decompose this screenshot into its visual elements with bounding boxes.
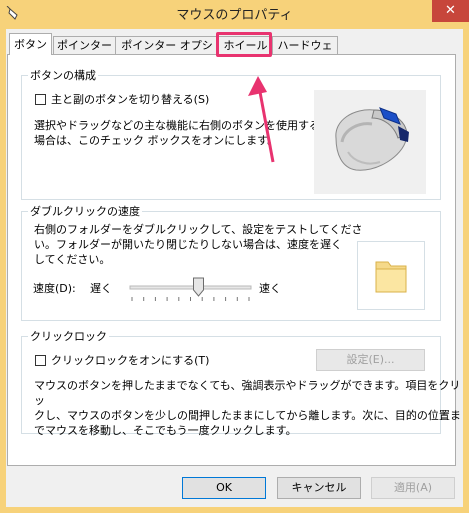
click-lock-checkbox[interactable] (35, 355, 46, 366)
speed-slider[interactable] (128, 276, 253, 304)
double-click-title: ダブルクリックの速度 (28, 205, 142, 218)
cancel-button[interactable]: キャンセル (277, 477, 361, 499)
description-line: でマウスを移動し、そこでもう一度クリックします。 (34, 424, 297, 437)
double-click-description: 右側のフォルダーをダブルクリックして、設定をテストしてくださ い。フォルダーが開… (34, 222, 362, 267)
title-bar: マウスのプロパティ ✕ (0, 0, 469, 30)
speed-slider-track[interactable] (128, 276, 253, 304)
button-config-title: ボタンの構成 (28, 69, 98, 82)
wheel-tab-highlight (216, 32, 272, 57)
annotation-arrow-icon (248, 76, 275, 163)
click-lock-label[interactable]: クリックロックをオンにする(T) (51, 354, 209, 367)
click-lock-title: クリックロック (28, 330, 109, 343)
description-line: してください。 (34, 253, 111, 266)
description-line: 右側のフォルダーをダブルクリックして、設定をテストしてくださ (34, 223, 363, 236)
tab-hardware[interactable]: ハードウェア (272, 36, 338, 70)
tab-pointer-options[interactable]: ポインター オプション (115, 36, 219, 70)
apply-button[interactable]: 適用(A) (371, 477, 455, 499)
speed-label: 速度(D): (33, 282, 76, 295)
slow-label: 遅く (90, 282, 112, 295)
switch-buttons-checkbox[interactable] (35, 94, 46, 105)
switch-buttons-label[interactable]: 主と副のボタンを切り替える(S) (51, 93, 209, 106)
description-line: マウスのボタンを押したままでなくても、強調表示やドラッグができます。項目をクリッ (34, 379, 461, 407)
window-title: マウスのプロパティ (176, 8, 293, 23)
description-line: い。フォルダーが開いたり閉じたりしない場合は、速度を遅く (34, 238, 342, 251)
description-line: クし、マウスのボタンを少しの間押したままにしてから離します。次に、目的の位置ま (34, 409, 461, 422)
fast-label: 速く (259, 282, 281, 295)
slider-thumb[interactable] (193, 277, 204, 297)
click-lock-description: マウスのボタンを押したままでなくても、強調表示やドラッグができます。項目をクリッ… (34, 378, 469, 438)
tab-buttons[interactable]: ボタン (9, 33, 52, 55)
ok-button[interactable]: OK (182, 477, 266, 499)
mouse-icon (335, 107, 409, 171)
mouse-illustration (314, 90, 426, 194)
test-folder-area[interactable] (357, 241, 425, 310)
folder-icon[interactable] (358, 242, 424, 309)
click-lock-settings-button[interactable]: 設定(E)... (316, 349, 425, 371)
tab-pointers[interactable]: ポインター (53, 36, 116, 55)
close-button[interactable]: ✕ (432, 0, 469, 22)
